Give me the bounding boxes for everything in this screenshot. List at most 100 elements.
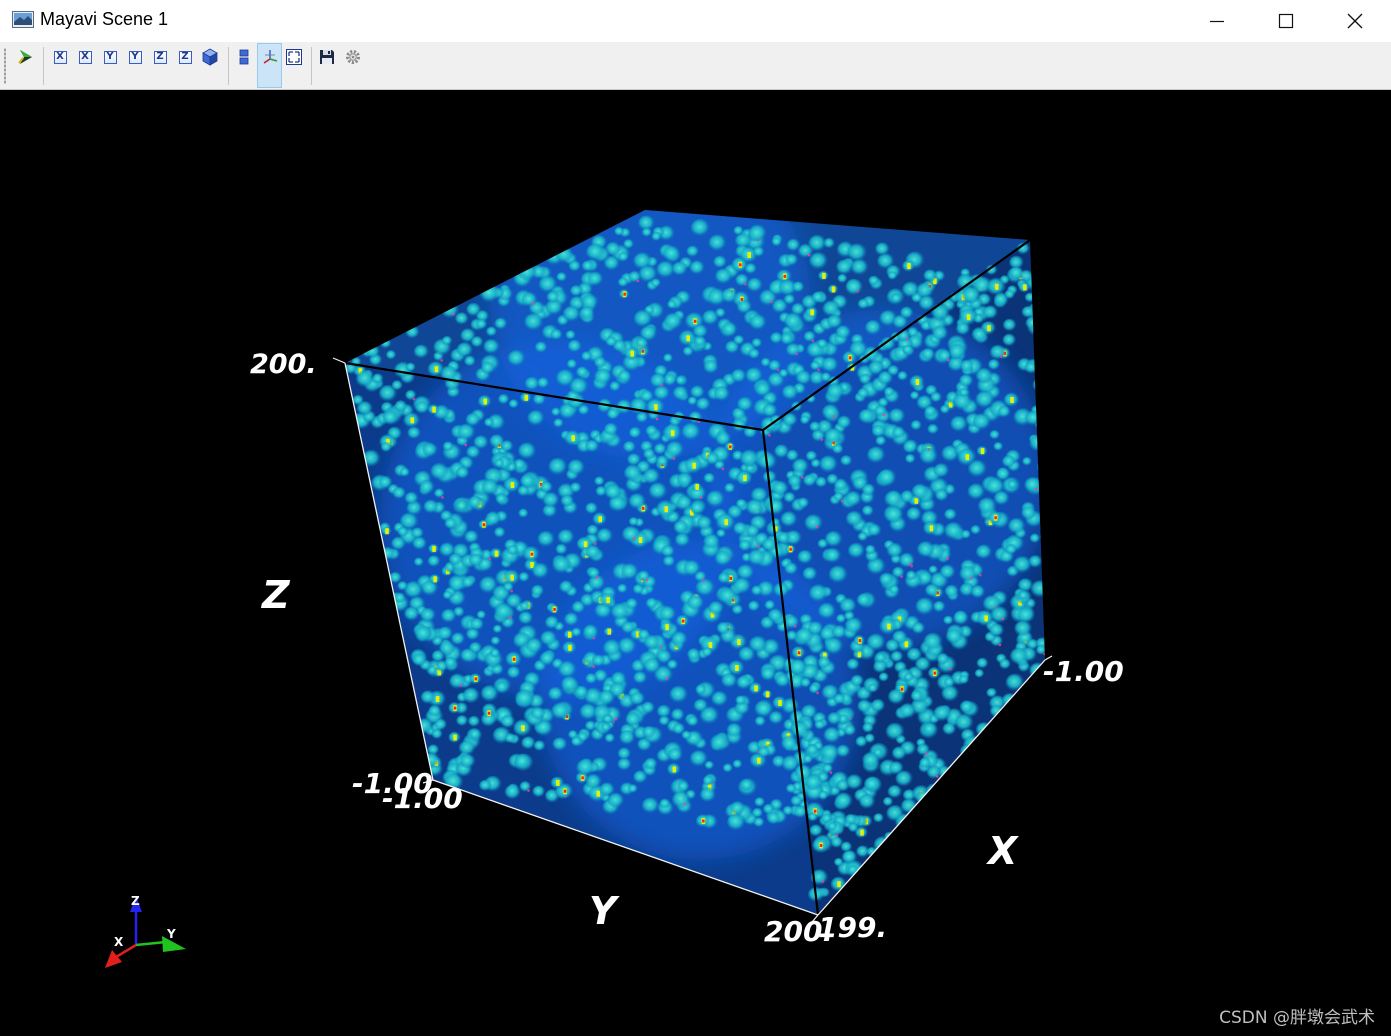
isometric-view-button[interactable] (199, 46, 221, 68)
volume-hotspot-core (702, 819, 705, 823)
toggle-axes-button[interactable] (257, 43, 282, 88)
volume-particle (1032, 377, 1045, 393)
volume-particle (469, 728, 482, 741)
volume-particle (444, 656, 458, 669)
watermark: CSDN @胖墩会武术 (1219, 1008, 1375, 1028)
volume-particle (413, 344, 430, 359)
volume-particle (676, 472, 694, 488)
maximize-button[interactable] (1252, 0, 1320, 42)
volume-particle (879, 844, 895, 859)
volume-particle (887, 271, 898, 281)
volume-particle (695, 684, 707, 696)
volume-particle (1024, 292, 1036, 303)
volume-particle (617, 583, 628, 594)
volume-particle (682, 346, 695, 357)
volume-particle (910, 816, 929, 834)
volume-inner-speck (856, 290, 859, 293)
volume-particle (802, 566, 818, 582)
volume-particle (1049, 571, 1064, 585)
volume-particle (671, 708, 685, 722)
volume-particle (650, 278, 662, 288)
volume-particle (485, 511, 502, 527)
volume-particle (769, 331, 784, 345)
volume-particle (847, 864, 859, 875)
volume-particle (804, 774, 824, 791)
volume-particle (1052, 633, 1069, 649)
volume-particle (857, 699, 873, 714)
volume-particle (751, 807, 764, 819)
volume-inner-speck (488, 557, 492, 561)
volume-particle (1030, 580, 1045, 598)
volume-particle (845, 279, 864, 296)
toolbar-grip[interactable] (4, 48, 6, 84)
close-button[interactable] (1321, 0, 1389, 42)
volume-hotspot (822, 272, 826, 279)
configure-scene-button[interactable] (342, 46, 364, 68)
volume-particle (803, 330, 817, 343)
volume-particle (739, 449, 760, 468)
volume-particle (827, 711, 842, 726)
volume-particle (808, 812, 818, 822)
volume-particle (689, 750, 709, 768)
parallel-projection-button[interactable] (233, 46, 255, 68)
volume-particle (444, 517, 458, 530)
volume-particle (658, 715, 671, 727)
volume-inner-speck (770, 300, 773, 304)
volume-hotspot (672, 766, 677, 773)
volume-particle (862, 870, 877, 883)
volume-particle (558, 660, 578, 679)
volume-particle (934, 790, 947, 801)
volume-particle (643, 634, 661, 651)
volume-inner-speck (998, 643, 1002, 647)
minimize-button[interactable] (1183, 0, 1251, 42)
volume-particle (380, 546, 396, 561)
volume-particle (950, 415, 969, 433)
volume-particle (906, 506, 923, 522)
view-minus-y-button[interactable]: Y (124, 46, 146, 68)
volume-particle (456, 342, 474, 358)
volume-particle (986, 687, 998, 699)
view-plus-z-icon: Z (153, 50, 167, 64)
volume-particle (850, 674, 865, 687)
volume-particle (738, 539, 752, 552)
view-plus-x-button[interactable]: X (49, 46, 71, 68)
full-screen-button[interactable] (283, 46, 305, 68)
volume-particle (815, 476, 828, 488)
volume-particle (686, 245, 700, 258)
volume-particle (414, 625, 433, 642)
volume-hotspot (630, 350, 634, 357)
volume-particle (802, 474, 818, 487)
volume-hotspot-core (1060, 692, 1063, 695)
volume-particle (617, 747, 632, 761)
volume-particle (562, 305, 582, 323)
volume-hotspot (1023, 284, 1027, 291)
volume-particle (978, 775, 999, 794)
view-plus-z-button[interactable]: Z (149, 46, 171, 68)
volume-particle (906, 647, 923, 663)
volume-hotspot (765, 691, 770, 698)
save-button[interactable] (316, 46, 338, 68)
volume-particle (1065, 627, 1082, 642)
volume-particle (1036, 459, 1045, 475)
volume-particle (960, 359, 975, 373)
volume-hotspot-core (994, 516, 997, 520)
volume-particle (548, 457, 568, 476)
volume-particle (602, 639, 623, 657)
volume-particle (412, 653, 428, 667)
view-minus-z-button[interactable]: Z (174, 46, 196, 68)
volume-particle (953, 610, 970, 626)
scene-3d-viewport[interactable]: 200. Z -1.00 -1.00 Y 200. 199. X -1.00 Z… (0, 91, 1391, 1036)
volume-inner-speck (596, 576, 599, 579)
volume-particle (751, 337, 763, 349)
toolbar-separator (228, 47, 229, 85)
mayavi-pipeline-button[interactable] (15, 46, 37, 68)
volume-particle (531, 562, 550, 580)
volume-particle (1054, 588, 1067, 600)
x-axis-title: X (986, 829, 1019, 873)
view-plus-y-button[interactable]: Y (99, 46, 121, 68)
volume-particle (748, 348, 761, 360)
volume-inner-speck (632, 537, 636, 540)
volume-particle (696, 397, 711, 411)
volume-particle (609, 381, 622, 392)
view-minus-x-button[interactable]: X (74, 46, 96, 68)
